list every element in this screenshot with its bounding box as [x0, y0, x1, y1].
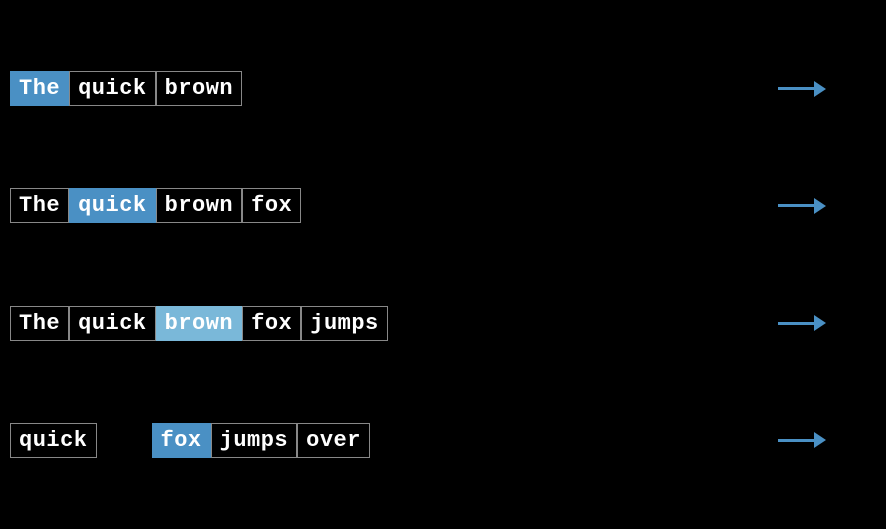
- word-fox-2: fox: [242, 188, 301, 223]
- main-container: The quick brown The quick brown fox The …: [0, 0, 886, 529]
- word-the-1: The: [10, 71, 69, 106]
- word-over-4: over: [297, 423, 370, 458]
- arrow-head-3: [814, 315, 826, 331]
- word-fox-3: fox: [242, 306, 301, 341]
- word-jumps-3: jumps: [301, 306, 388, 341]
- row-3: The quick brown fox jumps: [0, 306, 886, 341]
- word-jumps-4: jumps: [211, 423, 298, 458]
- word-quick-2: quick: [69, 188, 156, 223]
- arrow-head-2: [814, 198, 826, 214]
- arrow-2: [778, 198, 826, 214]
- row-1: The quick brown: [0, 71, 886, 106]
- word-the-2: The: [10, 188, 69, 223]
- word-brown-3: brown: [156, 306, 243, 341]
- arrow-line-3: [778, 322, 814, 325]
- word-brown-1: brown: [156, 71, 243, 106]
- words-row-4: quick fox jumps over: [10, 423, 370, 458]
- words-row-3: The quick brown fox jumps: [10, 306, 388, 341]
- word-fox-4: fox: [152, 423, 211, 458]
- row-4: quick fox jumps over: [0, 423, 886, 458]
- words-row-1: The quick brown: [10, 71, 242, 106]
- arrow-1: [778, 81, 826, 97]
- arrow-line-1: [778, 87, 814, 90]
- arrow-line-4: [778, 439, 814, 442]
- arrow-line-2: [778, 204, 814, 207]
- arrow-3: [778, 315, 826, 331]
- arrow-head-1: [814, 81, 826, 97]
- word-quick-1: quick: [69, 71, 156, 106]
- arrow-head-4: [814, 432, 826, 448]
- words-row-2: The quick brown fox: [10, 188, 301, 223]
- word-quick-4: quick: [10, 423, 97, 458]
- row-2: The quick brown fox: [0, 188, 886, 223]
- word-the-3: The: [10, 306, 69, 341]
- word-quick-3: quick: [69, 306, 156, 341]
- word-brown-2: brown: [156, 188, 243, 223]
- arrow-4: [778, 432, 826, 448]
